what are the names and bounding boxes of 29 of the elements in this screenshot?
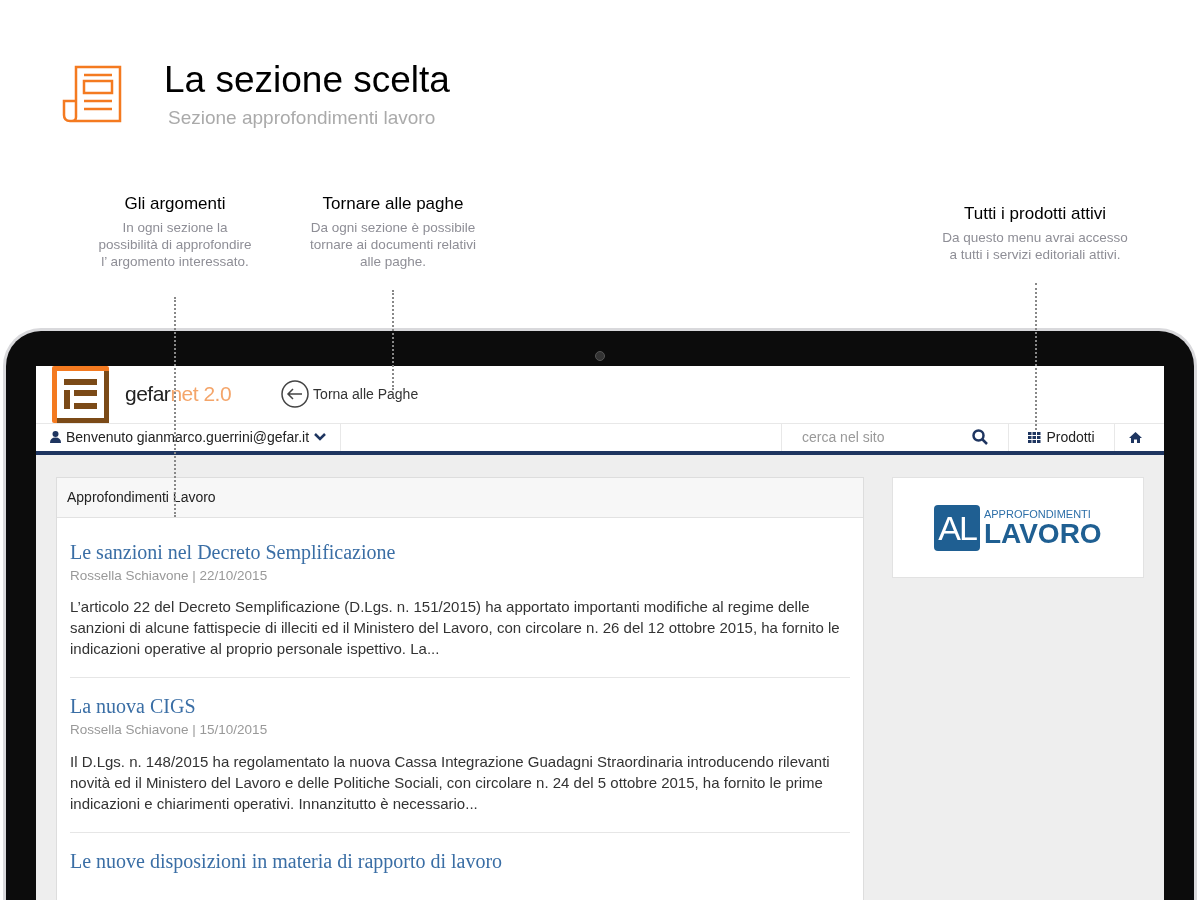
article-title[interactable]: La nuova CIGS xyxy=(70,694,850,719)
user-icon xyxy=(50,431,61,444)
article-meta: Rossella Schiavone | 15/10/2015 xyxy=(70,721,269,740)
callout-title: Tornare alle paghe xyxy=(322,192,464,215)
grid-icon xyxy=(1028,431,1042,443)
article-title[interactable]: Le nuove disposizioni in materia di rapporto di lavoro xyxy=(70,848,850,873)
back-link[interactable]: Torna alle Paghe xyxy=(281,380,419,408)
search-icon xyxy=(972,429,988,446)
products-menu[interactable]: Prodotti xyxy=(1008,423,1114,451)
section-logo-mark: AL xyxy=(934,504,980,551)
chevron-down-icon xyxy=(314,433,327,442)
callout-description: Da questo menu avrai accesso a tutti i servizi editoriali attivi. xyxy=(942,228,1128,263)
callout-description: In ogni sezione la possibilità di approfondire l’ argomento interessato. xyxy=(98,218,252,270)
article-excerpt: Il D.Lgs. n. 148/2015 ha regolamentato la nuova Cassa Integrazione Guadagni Straordinaria introducendo rilevanti novità ed il Ministero del Lavoro e delle Politiche Sociali, con circolare n. 24 del 5 ottobre 2015, ha fornito le prime indicazioni e chiarimenti operativi. Innanzitutto è necessario... xyxy=(70,751,831,814)
callout-description: Da ogni sezione è possibile tornare ai documenti relativi alle paghe. xyxy=(310,218,476,270)
user-menu[interactable]: Benvenuto gianmarco.guerrini@gefar.it xyxy=(44,423,342,451)
article-title[interactable]: Le sanzioni nel Decreto Semplificazione xyxy=(70,540,850,564)
camera-icon xyxy=(595,350,605,361)
page-title: La sezione scelta xyxy=(164,58,450,102)
article-excerpt: L’articolo 22 del Decreto Semplificazione (D.Lgs. n. 151/2015) ha apportato importanti modifiche al regime delle sanzioni di alcune fattispecie di illeciti ed il Ministero del Lavoro, con circolare n. 26 del 12 ottobre 2015, ha fornito le indicazioni operative al proprio personale ispettivo. La... xyxy=(70,597,841,660)
search-field[interactable]: cerca nel sito xyxy=(802,426,972,448)
section-logo-subtitle: APPROFONDIMENTI xyxy=(983,507,1092,520)
article-meta: Rossella Schiavone | 22/10/2015 xyxy=(70,567,269,585)
section-logo-title: LAVORO xyxy=(983,519,1102,548)
home-icon xyxy=(1129,431,1142,443)
callout-title: Gli argomenti xyxy=(124,192,226,215)
site-logo-text: gefarnet 2.0 xyxy=(125,381,232,408)
callout-title: Tutti i prodotti attivi xyxy=(963,202,1106,225)
page-subtitle: Sezione approfondimenti lavoro xyxy=(168,106,437,130)
